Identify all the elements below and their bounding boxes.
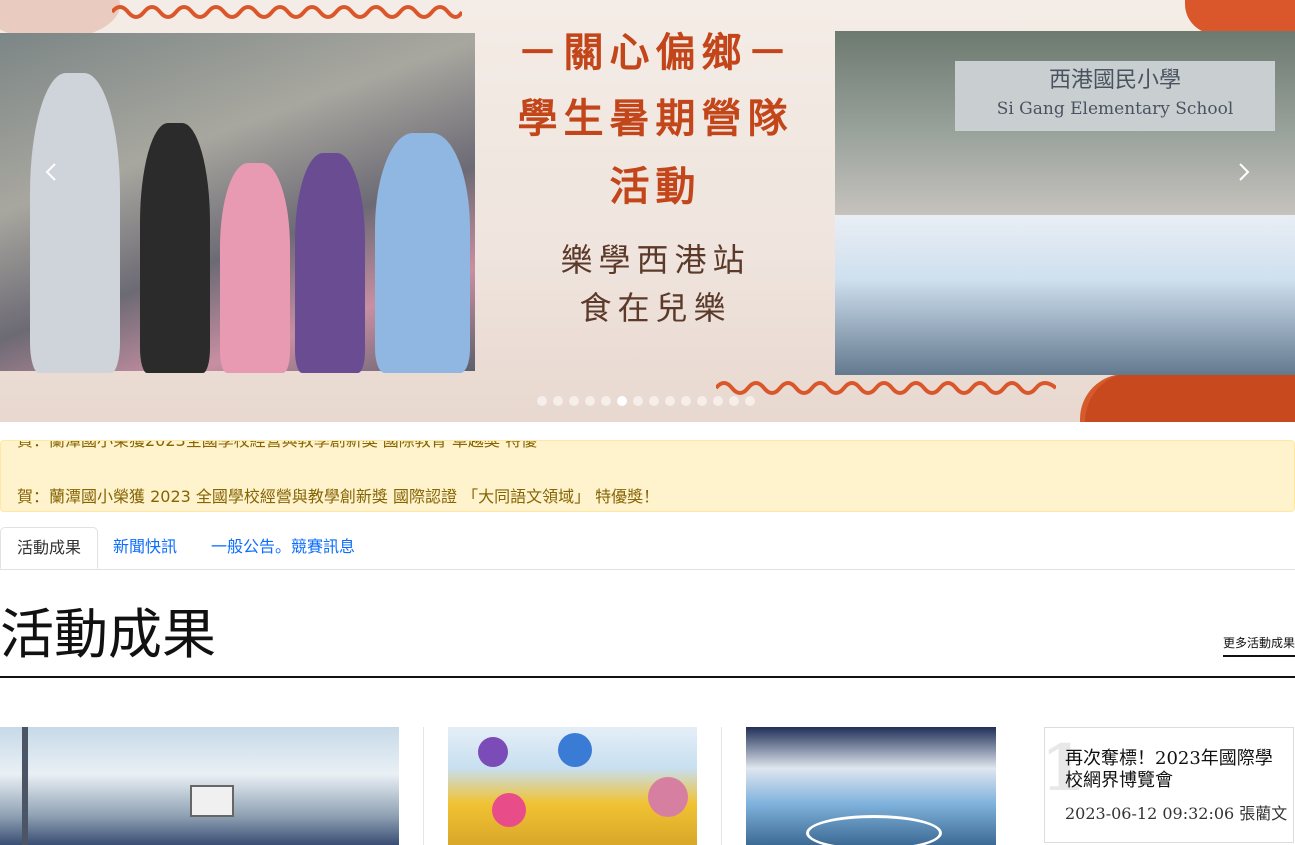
carousel-dot[interactable]: [553, 396, 563, 406]
banner-headline: －關心偏鄉－ 學生暑期營隊 活動: [478, 28, 833, 220]
content-tabs: 活動成果 新聞快訊 一般公告。競賽訊息: [0, 527, 1295, 570]
banner-subtitle: 樂學西港站 食在兒樂: [478, 236, 833, 332]
decorative-blob: [1185, 0, 1295, 34]
carousel-dot[interactable]: [713, 396, 723, 406]
news-meta: 2023-06-12 09:32:06 張藺文: [1065, 804, 1288, 823]
carousel-dot[interactable]: [665, 396, 675, 406]
photo-court-logo: [806, 815, 942, 845]
marquee-line[interactable]: 賀：蘭潭國小榮獲 2023 全國學校經營與教學創新獎 國際認證 「大同語文領域」…: [17, 483, 659, 507]
carousel-prev-button[interactable]: [40, 160, 64, 184]
news-card[interactable]: 1 再次奪標！2023年國際學校網界博覽會 2023-06-12 09:32:0…: [1044, 727, 1294, 843]
photo-sign: [478, 737, 508, 767]
carousel-dot[interactable]: [633, 396, 643, 406]
photo-figure: [140, 123, 210, 373]
photo-figure: [375, 133, 470, 373]
activity-card-image[interactable]: [0, 727, 399, 845]
activity-card-image[interactable]: [448, 727, 697, 845]
carousel-dot[interactable]: [745, 396, 755, 406]
subtitle-line: 樂學西港站: [560, 241, 751, 279]
photo-figure: [295, 153, 365, 373]
carousel-dot[interactable]: [601, 396, 611, 406]
chevron-right-icon: [1239, 163, 1250, 181]
photo-sign: [558, 733, 592, 767]
decorative-wave: [716, 381, 1056, 395]
announcement-marquee[interactable]: 賀：蘭潭國小榮獲2023全國學校經營與教學創新獎 國際教育 卓越獎 特優 賀：蘭…: [0, 440, 1295, 512]
headline-line: 學生暑期營隊: [517, 96, 794, 142]
subtitle-line: 食在兒樂: [579, 289, 732, 327]
headline-line: －關心偏鄉－: [517, 30, 794, 76]
carousel-dot[interactable]: [537, 396, 547, 406]
photo-hoop: [190, 785, 234, 817]
decorative-wave: [112, 5, 462, 19]
card-divider: [423, 727, 424, 845]
photo-sign: [648, 777, 688, 817]
carousel-dot[interactable]: [697, 396, 707, 406]
photo-figure: [220, 163, 290, 373]
photo-sign: [492, 793, 526, 827]
tab-news[interactable]: 新聞快訊: [97, 527, 193, 568]
photo-pole: [22, 727, 28, 845]
carousel-dot[interactable]: [585, 396, 595, 406]
headline-line: 活動: [609, 164, 702, 210]
photo-figure: [30, 73, 120, 373]
school-sign: 西港國民小學 Si Gang Elementary School: [955, 61, 1275, 131]
photo-crowd: [835, 215, 1295, 375]
carousel-dot[interactable]: [569, 396, 579, 406]
carousel-dot[interactable]: [617, 396, 627, 406]
news-title[interactable]: 再次奪標！2023年國際學校網界博覽會: [1065, 748, 1285, 792]
carousel-next-button[interactable]: [1231, 160, 1255, 184]
section-divider: [0, 676, 1295, 678]
tab-activity-results[interactable]: 活動成果: [0, 527, 99, 569]
marquee-line[interactable]: 賀：蘭潭國小榮獲2023全國學校經營與教學創新獎 國際教育 卓越獎 特優: [17, 441, 537, 451]
banner-photo-left: [0, 33, 475, 373]
card-divider: [721, 727, 722, 845]
activity-card-image[interactable]: [746, 727, 996, 845]
banner-photo-right: 西港國民小學 Si Gang Elementary School: [835, 31, 1295, 375]
carousel-dot[interactable]: [681, 396, 691, 406]
carousel-dot[interactable]: [649, 396, 659, 406]
carousel-dot[interactable]: [729, 396, 739, 406]
chevron-left-icon: [45, 163, 56, 181]
carousel-indicators: [537, 396, 755, 406]
decorative-blob: [1085, 372, 1295, 422]
more-activity-link[interactable]: 更多活動成果: [1222, 634, 1295, 657]
hero-carousel[interactable]: －關心偏鄉－ 學生暑期營隊 活動 樂學西港站 食在兒樂 西港國民小學 Si Ga…: [0, 0, 1295, 422]
tab-announcements[interactable]: 一般公告。競賽訊息: [195, 527, 371, 568]
section-title: 活動成果: [0, 603, 216, 666]
